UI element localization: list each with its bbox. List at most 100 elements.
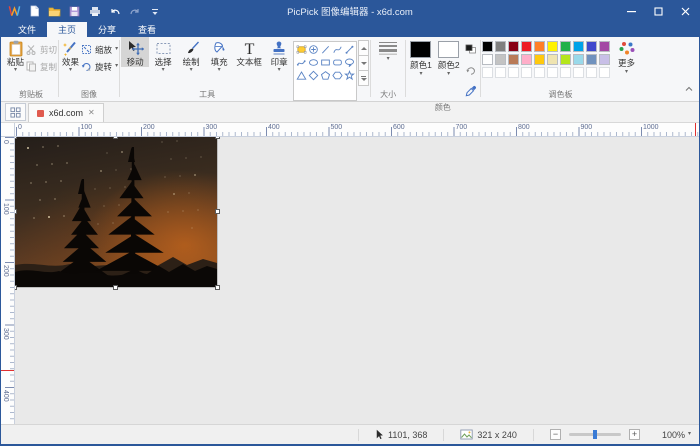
palette-swatch-empty[interactable] <box>482 67 493 78</box>
maximize-button[interactable] <box>645 0 672 22</box>
shape-ellipse[interactable] <box>307 56 319 69</box>
shape-triangle[interactable] <box>295 69 307 82</box>
redo-icon[interactable] <box>126 3 143 19</box>
cut-button[interactable]: 剪切 <box>26 43 57 56</box>
tool-fill-dropdown-icon[interactable]: ▾ <box>218 68 221 73</box>
palette-swatch[interactable] <box>560 41 571 52</box>
minimize-button[interactable] <box>618 0 645 22</box>
effects-button[interactable]: 效果 ▾ <box>60 37 81 73</box>
gallery-scroll-up-button[interactable] <box>358 40 369 56</box>
tool-fill-button[interactable]: 填充 ▾ <box>205 37 233 73</box>
zoom-slider[interactable] <box>569 433 621 436</box>
tool-draw-dropdown-icon[interactable]: ▾ <box>190 68 193 73</box>
close-button[interactable] <box>672 0 699 22</box>
save-icon[interactable] <box>66 3 83 19</box>
resize-dropdown-icon[interactable]: ▾ <box>115 47 118 52</box>
palette-swatch[interactable] <box>547 54 558 65</box>
shape-curve[interactable] <box>331 43 343 56</box>
palette-swatch[interactable] <box>521 54 532 65</box>
selected-image[interactable] <box>15 137 217 287</box>
shape-rectangle[interactable] <box>319 56 331 69</box>
palette-swatch[interactable] <box>599 54 610 65</box>
palette-swatch-empty[interactable] <box>586 67 597 78</box>
gallery-scroll-down-button[interactable] <box>358 55 369 71</box>
tool-textbox-button[interactable]: T 文本框 <box>233 37 265 67</box>
tab-file[interactable]: 文件 <box>7 22 47 37</box>
palette-swatch-empty[interactable] <box>547 67 558 78</box>
palette-swatch-empty[interactable] <box>534 67 545 78</box>
zoom-level-dropdown-icon[interactable]: ▾ <box>688 432 691 437</box>
rotate-dropdown-icon[interactable]: ▾ <box>115 64 118 69</box>
line-size-button[interactable]: ▾ <box>376 37 400 62</box>
copy-button[interactable]: 复制 <box>26 60 57 73</box>
more-colors-button[interactable]: 更多 ▾ <box>612 37 640 75</box>
palette-swatch-empty[interactable] <box>599 67 610 78</box>
palette-swatch[interactable] <box>560 54 571 65</box>
tool-move-button[interactable]: 移动 <box>121 37 149 67</box>
document-tab-close-icon[interactable]: ✕ <box>88 109 95 117</box>
palette-swatch[interactable] <box>508 41 519 52</box>
selection-handle-w[interactable] <box>15 209 17 214</box>
line-size-dropdown-icon[interactable]: ▾ <box>387 57 390 62</box>
palette-swatch[interactable] <box>495 54 506 65</box>
tool-select-dropdown-icon[interactable]: ▾ <box>162 68 165 73</box>
open-folder-icon[interactable] <box>46 3 63 19</box>
tab-view[interactable]: 查看 <box>127 22 167 37</box>
shape-line[interactable] <box>319 43 331 56</box>
resize-button[interactable]: 缩放 ▾ <box>81 43 118 56</box>
paste-dropdown-icon[interactable]: ▾ <box>14 68 17 73</box>
more-colors-dropdown-icon[interactable]: ▾ <box>625 70 628 75</box>
color1-dropdown-icon[interactable]: ▾ <box>419 72 422 77</box>
selection-handle-n[interactable] <box>113 137 118 139</box>
selection-handle-s[interactable] <box>113 285 118 290</box>
canvas[interactable] <box>15 137 699 424</box>
color2-dropdown-icon[interactable]: ▾ <box>447 72 450 77</box>
shape-callout[interactable] <box>343 56 355 69</box>
shape-freeform[interactable] <box>295 56 307 69</box>
tab-home[interactable]: 主页 <box>47 22 87 37</box>
palette-swatch-empty[interactable] <box>495 67 506 78</box>
horizontal-ruler[interactable]: 01002003004005006007008009001000 <box>15 123 699 137</box>
palette-swatch[interactable] <box>508 54 519 65</box>
vertical-ruler[interactable]: 0100200300400 <box>1 137 15 424</box>
selection-handle-ne[interactable] <box>215 137 220 139</box>
eyedropper-button[interactable] <box>465 84 477 102</box>
palette-swatch-empty[interactable] <box>573 67 584 78</box>
gallery-more-button[interactable] <box>358 70 369 86</box>
zoom-slider-thumb[interactable] <box>593 430 597 439</box>
palette-swatch[interactable] <box>599 41 610 52</box>
undo-icon[interactable] <box>106 3 123 19</box>
palette-swatch-empty[interactable] <box>521 67 532 78</box>
palette-swatch[interactable] <box>573 54 584 65</box>
palette-swatch-empty[interactable] <box>508 67 519 78</box>
zoom-out-button[interactable]: − <box>550 429 561 440</box>
shape-zoom-area[interactable] <box>307 43 319 56</box>
selection-handle-e[interactable] <box>215 209 220 214</box>
tool-stamp-button[interactable]: 印章 ▾ <box>265 37 293 73</box>
palette-swatch[interactable] <box>547 41 558 52</box>
shape-rounded-rectangle[interactable] <box>331 56 343 69</box>
color2-button[interactable]: 颜色2 ▾ <box>435 37 463 77</box>
tool-select-button[interactable]: 选择 ▾ <box>149 37 177 73</box>
palette-swatch[interactable] <box>573 41 584 52</box>
shape-pentagon[interactable] <box>319 69 331 82</box>
tool-stamp-dropdown-icon[interactable]: ▾ <box>278 68 281 73</box>
palette-swatch[interactable] <box>495 41 506 52</box>
paste-button[interactable]: 粘贴 ▾ <box>5 37 26 73</box>
print-icon[interactable] <box>86 3 103 19</box>
shape-hexagon[interactable] <box>331 69 343 82</box>
selection-handle-sw[interactable] <box>15 285 17 290</box>
palette-swatch[interactable] <box>586 54 597 65</box>
reset-colors-button[interactable] <box>465 63 477 81</box>
shape-diamond[interactable] <box>307 69 319 82</box>
effects-dropdown-icon[interactable]: ▾ <box>69 68 72 73</box>
shape-line-nodes[interactable] <box>343 43 355 56</box>
window-list-button[interactable] <box>5 103 26 121</box>
palette-swatch[interactable] <box>521 41 532 52</box>
palette-swatch[interactable] <box>482 41 493 52</box>
palette-swatch[interactable] <box>482 54 493 65</box>
new-file-icon[interactable] <box>26 3 43 19</box>
customize-toolbar-icon[interactable] <box>146 3 163 19</box>
document-tab[interactable]: x6d.com ✕ <box>28 103 104 122</box>
selection-handle-nw[interactable] <box>15 137 17 139</box>
